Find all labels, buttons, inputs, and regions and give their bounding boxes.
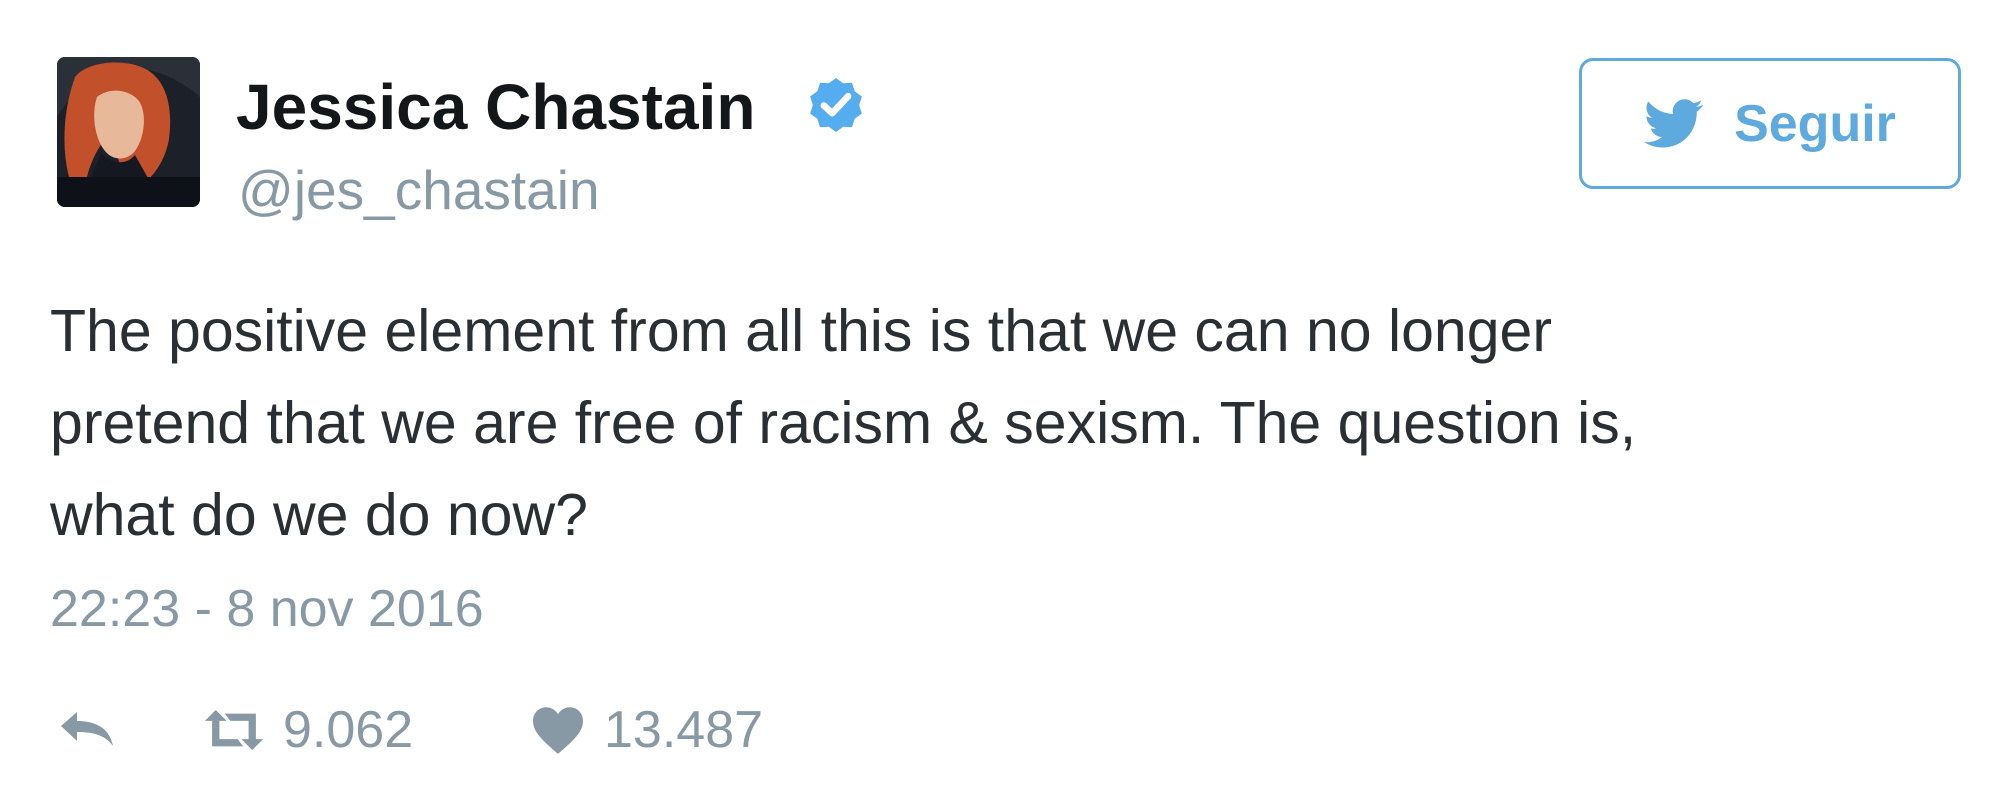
- like-button[interactable]: 13.487: [530, 698, 763, 762]
- heart-icon: [533, 707, 583, 754]
- like-count: 13.487: [604, 701, 764, 759]
- retweet-icon: [204, 709, 264, 751]
- twitter-bird-icon: [1644, 98, 1704, 147]
- avatar-image: [57, 57, 200, 207]
- tweet-timestamp[interactable]: 22:23 - 8 nov 2016: [50, 578, 484, 640]
- tweet-text-line: what do we do now?: [50, 482, 588, 548]
- follow-button-label: Seguir: [1734, 94, 1896, 153]
- tweet-text-line: pretend that we are free of racism & sex…: [50, 390, 1637, 456]
- avatar[interactable]: [57, 57, 200, 207]
- follow-button[interactable]: Seguir: [1579, 58, 1961, 189]
- reply-icon: [61, 712, 113, 746]
- tweet-text: The positive element from all this is th…: [50, 285, 1930, 561]
- retweet-button[interactable]: 9.062: [203, 698, 413, 762]
- tweet-text-line: The positive element from all this is th…: [50, 298, 1552, 364]
- verified-badge-icon: [810, 78, 862, 132]
- retweet-count: 9.062: [283, 701, 414, 759]
- reply-button[interactable]: [55, 698, 119, 762]
- user-handle[interactable]: @jes_chastain: [238, 158, 600, 222]
- tweet-card: Jessica Chastain @jes_chastain Seguir Th…: [0, 0, 2000, 796]
- display-name[interactable]: Jessica Chastain: [236, 70, 755, 144]
